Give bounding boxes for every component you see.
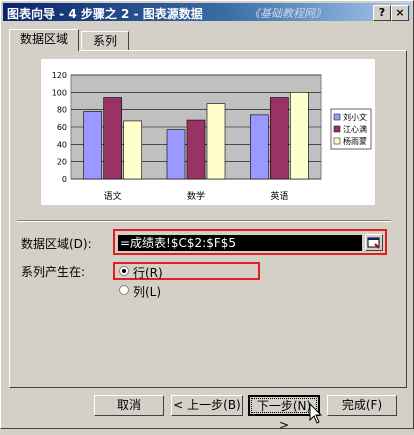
x-tick-label: 英语 <box>270 190 288 202</box>
radio-rows-label[interactable]: 行(R) <box>133 264 163 281</box>
radio-columns[interactable] <box>119 285 129 295</box>
collapse-dialog-icon <box>367 237 380 249</box>
legend-label: 杨雨蒙 <box>343 136 367 146</box>
divider <box>17 220 391 222</box>
y-tick-label: 20 <box>57 158 67 167</box>
y-tick-label: 120 <box>52 71 67 80</box>
bar <box>83 111 102 180</box>
radio-selected-dot <box>122 269 126 273</box>
y-tick-label: 60 <box>57 123 67 132</box>
y-tick-label: 40 <box>57 140 67 149</box>
bar <box>186 119 206 180</box>
bar <box>123 120 142 180</box>
title-bar: 图表向导 - 4 步骤之 2 - 图表源数据 《基础教程网》 ? × <box>3 3 411 21</box>
chart-wizard-dialog: 图表向导 - 4 步骤之 2 - 图表源数据 《基础教程网》 ? × 数据区域 … <box>0 0 414 432</box>
bar <box>206 103 226 180</box>
legend-swatch <box>333 137 341 145</box>
bar <box>270 97 289 180</box>
dialog-title: 图表向导 - 4 步骤之 2 - 图表源数据 <box>7 7 203 21</box>
y-tick-label: 0 <box>62 175 67 184</box>
bar <box>166 129 186 180</box>
bar <box>290 92 309 180</box>
series-in-label: 系列产生在: <box>21 265 86 279</box>
x-tick-label: 语文 <box>104 190 122 202</box>
y-tick-label: 100 <box>52 88 67 97</box>
tab-data-range[interactable]: 数据区域 <box>9 29 79 51</box>
legend-label: 刘小文 <box>343 112 367 122</box>
legend-swatch <box>333 125 341 133</box>
help-button[interactable]: ? <box>373 5 391 21</box>
data-range-input[interactable]: =成绩表!$C$2:$F$5 <box>118 235 362 251</box>
bar <box>250 114 269 180</box>
tab-series[interactable]: 系列 <box>81 31 129 50</box>
close-button[interactable]: × <box>391 5 409 21</box>
legend-swatch <box>333 113 341 121</box>
legend-label: 江心满 <box>343 124 367 134</box>
finish-button[interactable]: 完成(F) <box>327 395 397 416</box>
radio-rows[interactable] <box>119 266 129 276</box>
chart-preview: 0 20 40 60 80 100 120 语文 数学 英语 刘小文江心满杨雨蒙 <box>41 59 375 205</box>
watermark-text: 《基础教程网》 <box>249 7 326 20</box>
back-button[interactable]: < 上一步(B) <box>171 395 243 416</box>
y-tick-label: 80 <box>57 106 67 115</box>
radio-columns-label[interactable]: 列(L) <box>133 283 161 300</box>
range-label: 数据区域(D): <box>21 237 92 251</box>
mouse-cursor-icon <box>309 403 323 424</box>
bar <box>103 97 122 180</box>
x-tick-label: 数学 <box>187 190 205 202</box>
collapse-dialog-button[interactable] <box>365 234 383 251</box>
chart-svg: 0 20 40 60 80 100 120 语文 数学 英语 刘小文江心满杨雨蒙 <box>52 71 372 202</box>
cancel-button[interactable]: 取消 <box>94 395 164 416</box>
